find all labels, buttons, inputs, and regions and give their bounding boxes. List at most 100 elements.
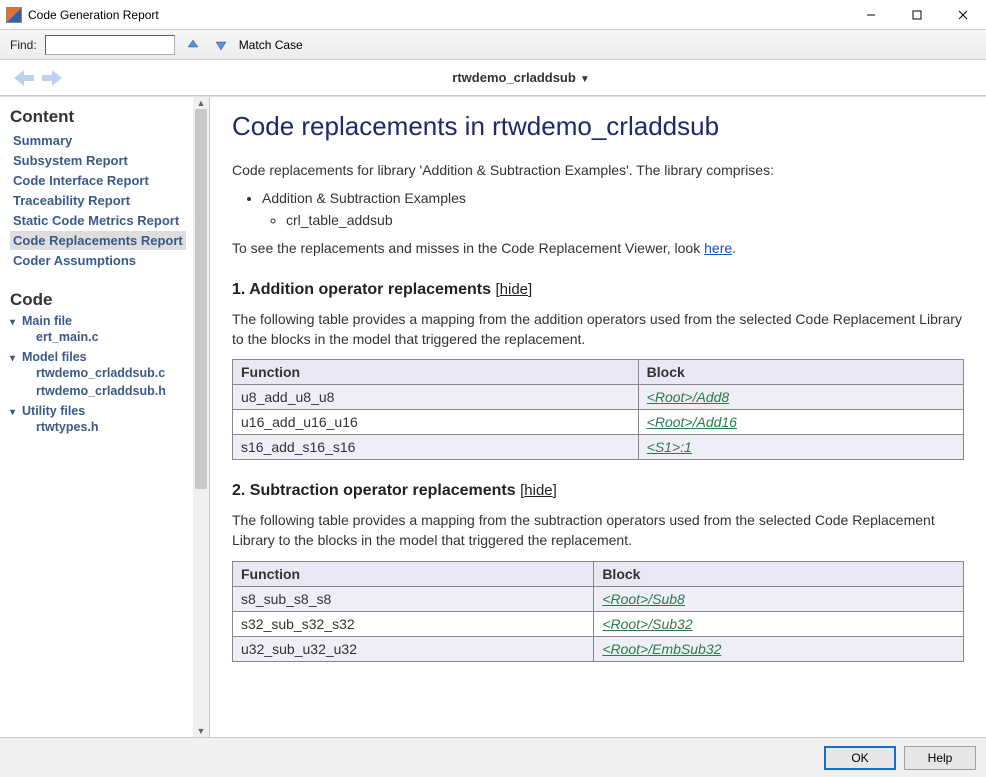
viewer-sentence: To see the replacements and misses in th… [232, 238, 964, 258]
library-list: Addition & Subtraction Examples crl_tabl… [262, 190, 964, 228]
table-header-row: Function Block [233, 360, 964, 385]
maximize-button[interactable] [894, 0, 940, 30]
col-function: Function [233, 360, 639, 385]
help-button[interactable]: Help [904, 746, 976, 770]
match-case-label[interactable]: Match Case [239, 38, 303, 52]
find-next-button[interactable] [211, 35, 231, 55]
subtraction-table: Function Block s8_sub_s8_s8 <Root>/Sub8 … [232, 561, 964, 662]
col-function: Function [233, 561, 594, 586]
cell-function: u16_add_u16_u16 [233, 410, 639, 435]
arrow-left-icon [10, 66, 38, 90]
block-link[interactable]: <Root>/Sub32 [602, 616, 692, 632]
breadcrumb[interactable]: rtwdemo_crladdsub ▼ [66, 70, 976, 85]
find-label: Find: [10, 38, 37, 52]
cell-function: s16_add_s16_s16 [233, 435, 639, 460]
viewer-sentence-post: . [732, 240, 736, 256]
app-icon [6, 7, 22, 23]
table-row: s8_sub_s8_s8 <Root>/Sub8 [233, 586, 964, 611]
file-group-main: Main file ert_main.c [10, 314, 205, 346]
block-link[interactable]: <Root>/Add16 [647, 414, 737, 430]
nav-summary[interactable]: Summary [10, 131, 75, 150]
window-buttons [848, 0, 986, 30]
addition-table: Function Block u8_add_u8_u8 <Root>/Add8 … [232, 359, 964, 460]
maximize-icon [912, 10, 922, 20]
block-link[interactable]: <S1>:1 [647, 439, 692, 455]
table-row: u8_add_u8_u8 <Root>/Add8 [233, 385, 964, 410]
block-link[interactable]: <Root>/Sub8 [602, 591, 685, 607]
ok-button[interactable]: OK [824, 746, 896, 770]
find-input[interactable] [45, 35, 175, 55]
library-item-label: Addition & Subtraction Examples [262, 190, 466, 206]
sidebar-scrollbar[interactable]: ▲ ▼ [193, 97, 209, 737]
section-1-hide-link[interactable]: hide [500, 281, 528, 298]
col-block: Block [638, 360, 963, 385]
file-group-main-head[interactable]: Main file [10, 314, 205, 328]
minimize-icon [866, 10, 876, 20]
section-1-description: The following table provides a mapping f… [232, 309, 964, 350]
file-group-utility-head[interactable]: Utility files [10, 404, 205, 418]
cell-function: u8_add_u8_u8 [233, 385, 639, 410]
main-area: Content Summary Subsystem Report Code In… [0, 96, 986, 737]
file-rtwdemo-crladdsub-h[interactable]: rtwdemo_crladdsub.h [36, 382, 205, 400]
footer: OK Help [0, 737, 986, 777]
section-1-heading: 1. Addition operator replacements [hide] [232, 281, 964, 299]
viewer-sentence-pre: To see the replacements and misses in th… [232, 240, 704, 256]
minimize-button[interactable] [848, 0, 894, 30]
close-button[interactable] [940, 0, 986, 30]
close-icon [958, 10, 968, 20]
nav-coder-assumptions[interactable]: Coder Assumptions [10, 251, 139, 270]
titlebar: Code Generation Report [0, 0, 986, 30]
library-subitem: crl_table_addsub [286, 212, 964, 228]
block-link[interactable]: <Root>/EmbSub32 [602, 641, 721, 657]
scroll-thumb[interactable] [195, 109, 207, 489]
col-block: Block [594, 561, 964, 586]
window-title: Code Generation Report [28, 8, 159, 22]
nav-strip: rtwdemo_crladdsub ▼ [0, 60, 986, 96]
arrow-right-icon [38, 66, 66, 90]
arrow-down-icon [214, 38, 228, 52]
table-row: s16_add_s16_s16 <S1>:1 [233, 435, 964, 460]
nav-subsystem-report[interactable]: Subsystem Report [10, 151, 131, 170]
table-row: u16_add_u16_u16 <Root>/Add16 [233, 410, 964, 435]
sidebar-code-heading: Code [10, 290, 205, 310]
section-2-description: The following table provides a mapping f… [232, 510, 964, 551]
cell-function: u32_sub_u32_u32 [233, 636, 594, 661]
file-group-model-head[interactable]: Model files [10, 350, 205, 364]
file-rtwtypes-h[interactable]: rtwtypes.h [36, 418, 205, 436]
nav-code-interface-report[interactable]: Code Interface Report [10, 171, 152, 190]
cell-function: s8_sub_s8_s8 [233, 586, 594, 611]
nav-back-button[interactable] [10, 66, 38, 90]
table-row: s32_sub_s32_s32 <Root>/Sub32 [233, 611, 964, 636]
sidebar-content-heading: Content [10, 107, 205, 127]
nav-traceability-report[interactable]: Traceability Report [10, 191, 133, 210]
nav-static-code-metrics-report[interactable]: Static Code Metrics Report [10, 211, 182, 230]
sidebar: Content Summary Subsystem Report Code In… [0, 97, 210, 737]
scroll-up-icon[interactable]: ▲ [193, 97, 209, 109]
nav-code-replacements-report[interactable]: Code Replacements Report [10, 231, 186, 250]
file-tree: Main file ert_main.c Model files rtwdemo… [10, 314, 205, 436]
file-group-model: Model files rtwdemo_crladdsub.c rtwdemo_… [10, 350, 205, 400]
page-title: Code replacements in rtwdemo_crladdsub [232, 111, 964, 142]
arrow-up-icon [186, 38, 200, 52]
find-toolbar: Find: Match Case [0, 30, 986, 60]
block-link[interactable]: <Root>/Add8 [647, 389, 730, 405]
file-ert-main-c[interactable]: ert_main.c [36, 328, 205, 346]
file-group-utility: Utility files rtwtypes.h [10, 404, 205, 436]
find-prev-button[interactable] [183, 35, 203, 55]
library-item: Addition & Subtraction Examples crl_tabl… [262, 190, 964, 228]
viewer-here-link[interactable]: here [704, 240, 732, 256]
chevron-down-icon: ▼ [580, 74, 590, 85]
nav-forward-button[interactable] [38, 66, 66, 90]
section-2-heading: 2. Subtraction operator replacements [hi… [232, 482, 964, 500]
breadcrumb-text: rtwdemo_crladdsub [452, 70, 576, 85]
section-1-heading-text: 1. Addition operator replacements [232, 281, 491, 298]
table-row: u32_sub_u32_u32 <Root>/EmbSub32 [233, 636, 964, 661]
scroll-down-icon[interactable]: ▼ [193, 725, 209, 737]
section-2-hide-link[interactable]: hide [524, 482, 552, 499]
cell-function: s32_sub_s32_s32 [233, 611, 594, 636]
content-pane: Code replacements in rtwdemo_crladdsub C… [210, 97, 986, 737]
section-2-heading-text: 2. Subtraction operator replacements [232, 482, 516, 499]
file-rtwdemo-crladdsub-c[interactable]: rtwdemo_crladdsub.c [36, 364, 205, 382]
table-header-row: Function Block [233, 561, 964, 586]
intro-text: Code replacements for library 'Addition … [232, 160, 964, 180]
